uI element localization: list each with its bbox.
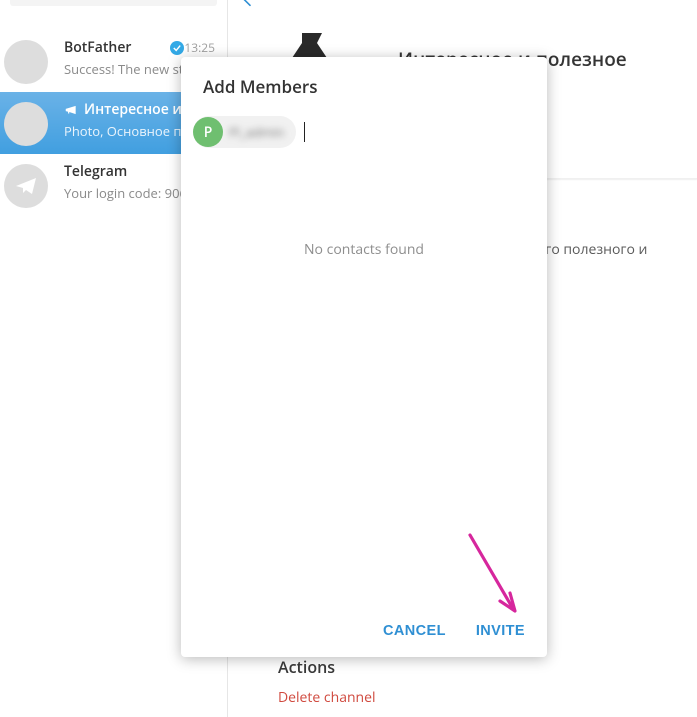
avatar [4, 102, 48, 146]
pill-name: Pl_admin [229, 123, 284, 141]
pill-avatar: P [193, 117, 223, 147]
avatar [4, 40, 48, 84]
modal-title: Add Members [181, 57, 547, 106]
modal-empty-state: No contacts found [181, 156, 547, 607]
invite-button[interactable]: Invite [476, 623, 525, 639]
cancel-button[interactable]: Cancel [383, 623, 446, 639]
text-cursor [304, 122, 305, 142]
avatar [4, 164, 48, 208]
megaphone-icon [64, 103, 78, 117]
search-input[interactable] [10, 0, 217, 6]
chat-title: Telegram [64, 162, 183, 181]
actions-heading: Actions [278, 656, 658, 678]
chevron-left-icon [240, 0, 256, 8]
delete-channel-link[interactable]: Delete channel [278, 688, 658, 707]
chat-title: BotFather [64, 38, 166, 57]
back-button[interactable] [240, 0, 256, 8]
empty-text: No contacts found [304, 240, 424, 259]
selected-contact-pill[interactable]: P Pl_admin [193, 116, 296, 148]
chat-time: 13:25 [184, 39, 215, 56]
add-members-modal: Add Members P Pl_admin No contacts found… [181, 57, 547, 657]
member-input[interactable]: P Pl_admin [181, 106, 547, 156]
verified-icon [170, 41, 184, 55]
channel-description: ного полезного и [528, 240, 697, 260]
